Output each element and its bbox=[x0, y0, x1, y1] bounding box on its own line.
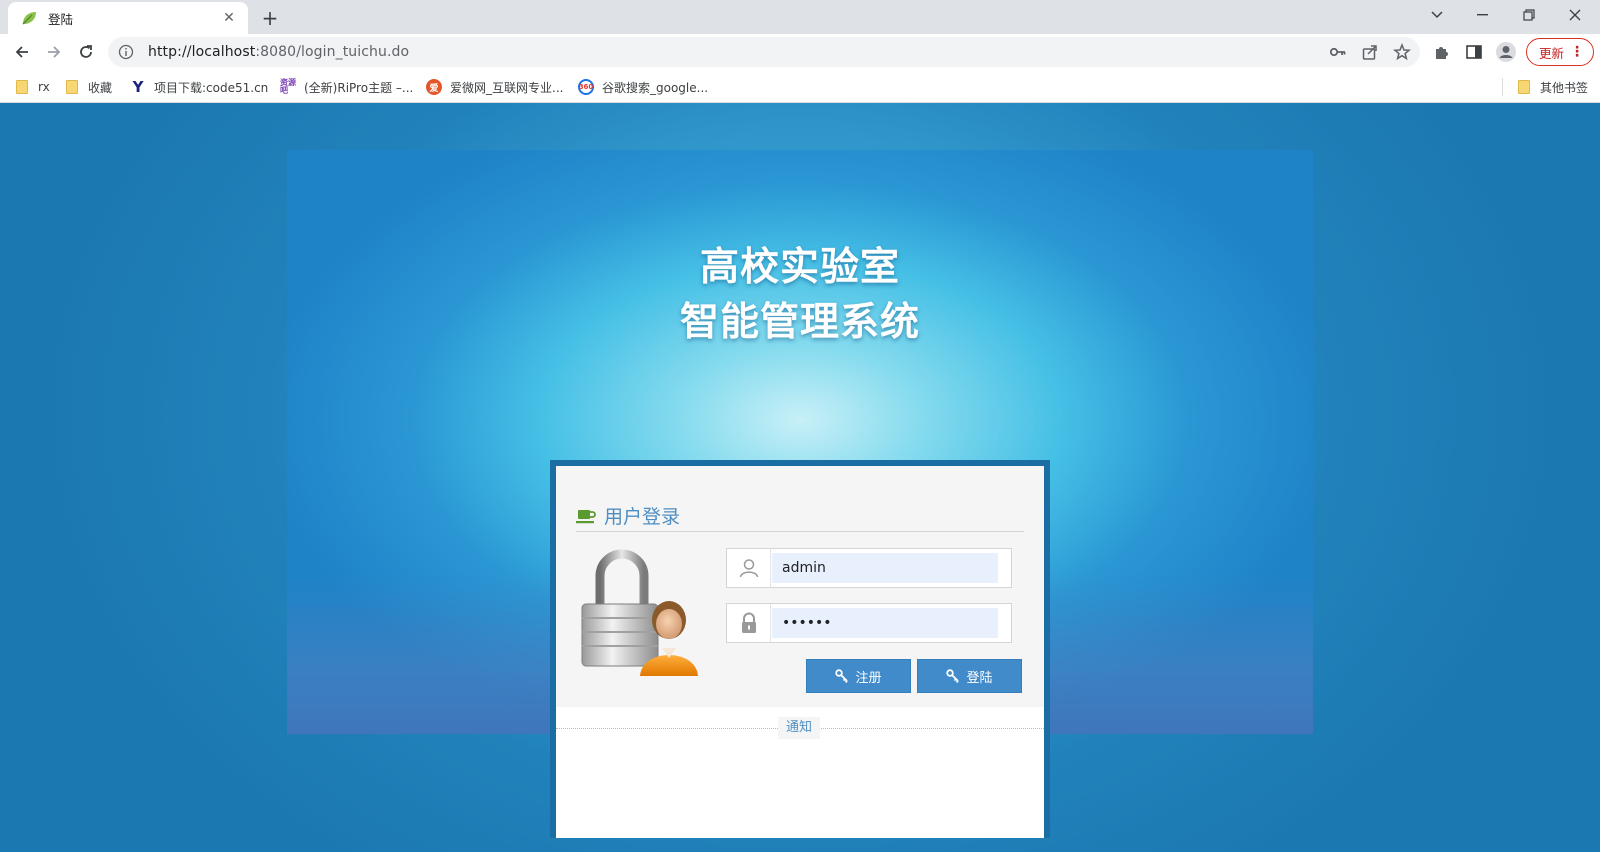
register-button[interactable]: 注册 bbox=[806, 659, 911, 693]
omnibox-actions bbox=[1326, 40, 1414, 64]
bookmark-rx[interactable]: rx bbox=[14, 76, 50, 98]
lock-icon bbox=[727, 604, 771, 642]
reload-icon bbox=[80, 45, 92, 58]
coffee-cup-icon bbox=[576, 509, 596, 523]
restore-button[interactable] bbox=[1506, 0, 1552, 30]
page-background: 高校实验室 智能管理系统 用户登录 admin •••••• 注册 登陆 通知 bbox=[0, 103, 1600, 852]
bookmark-label: 项目下载:code51.cn bbox=[154, 80, 269, 95]
system-title-line1: 高校实验室 bbox=[699, 245, 900, 290]
folder-icon bbox=[14, 79, 30, 95]
other-bookmarks-label: 其他书签 bbox=[1540, 80, 1589, 95]
register-label: 注册 bbox=[855, 670, 882, 686]
key-icon[interactable] bbox=[1326, 40, 1350, 64]
bookmark-label: 爱微网_互联网专业... bbox=[450, 80, 564, 95]
bookmarks-divider bbox=[1502, 78, 1503, 96]
bookmark-label: 谷歌搜索_google... bbox=[602, 80, 709, 95]
bookmark-aiwei[interactable]: 爱 爱微网_互联网专业... bbox=[426, 76, 563, 98]
new-tab-button[interactable]: + bbox=[258, 6, 282, 30]
other-bookmarks[interactable]: 其他书签 bbox=[1516, 76, 1588, 98]
url-path: :8080/login_tuichu.do bbox=[255, 44, 410, 60]
password-field bbox=[726, 603, 1012, 643]
login-button[interactable]: 登陆 bbox=[917, 659, 1022, 693]
login-form: 用户登录 admin •••••• 注册 登陆 bbox=[556, 466, 1044, 707]
tab-search-icon[interactable] bbox=[1414, 0, 1460, 30]
tab-strip: 登陆 ✕ + bbox=[0, 0, 1600, 34]
login-header: 用户登录 bbox=[576, 500, 1024, 532]
username-field bbox=[726, 548, 1012, 588]
padlock-user-icon bbox=[581, 549, 698, 676]
login-box-inner: 用户登录 admin •••••• 注册 登陆 通知 bbox=[556, 466, 1044, 838]
update-label: 更新 bbox=[1539, 45, 1565, 61]
bookmark-label: (全新)RiPro主题 –... bbox=[304, 80, 414, 95]
aiwei-icon: 爱 bbox=[426, 79, 442, 95]
forward-arrow-icon bbox=[48, 46, 61, 58]
login-label: 登陆 bbox=[966, 670, 993, 686]
update-button[interactable]: 更新 ⋮ bbox=[1526, 38, 1594, 66]
forward-button[interactable] bbox=[40, 38, 68, 66]
notice-label: 通知 bbox=[778, 717, 821, 739]
url-host: http://localhost bbox=[148, 44, 256, 60]
close-tab-icon[interactable]: ✕ bbox=[220, 9, 238, 27]
share-icon[interactable] bbox=[1358, 40, 1382, 64]
site-info-icon[interactable] bbox=[118, 44, 134, 60]
system-title-line2: 智能管理系统 bbox=[679, 300, 920, 345]
purple-site-icon: 资源吧 bbox=[280, 78, 296, 95]
password-input[interactable] bbox=[772, 608, 998, 638]
y-logo-icon: Y bbox=[132, 78, 144, 96]
folder-icon bbox=[64, 79, 80, 95]
profile-avatar-icon[interactable] bbox=[1494, 40, 1518, 64]
login-heading: 用户登录 bbox=[604, 506, 681, 528]
address-bar[interactable]: http://localhost:8080/login_tuichu.do bbox=[108, 37, 1420, 67]
menu-dots-icon: ⋮ bbox=[1570, 44, 1584, 60]
login-box: 用户登录 admin •••••• 注册 登陆 通知 bbox=[550, 460, 1050, 838]
browser-tab[interactable]: 登陆 ✕ bbox=[8, 2, 248, 34]
folder-icon bbox=[1516, 79, 1532, 95]
reload-button[interactable] bbox=[72, 38, 100, 66]
user-icon bbox=[727, 549, 771, 587]
leaf-favicon-icon bbox=[22, 12, 36, 25]
close-window-button[interactable] bbox=[1552, 0, 1598, 30]
back-arrow-icon bbox=[15, 46, 28, 58]
extensions-puzzle-icon[interactable] bbox=[1430, 40, 1454, 64]
bookmark-code51[interactable]: Y 项目下载:code51.cn bbox=[130, 76, 269, 98]
360-icon: 360 bbox=[578, 79, 594, 95]
bookmark-label: rx bbox=[38, 80, 50, 94]
bookmark-google-search[interactable]: 360 谷歌搜索_google... bbox=[578, 76, 708, 98]
bookmark-label: 收藏 bbox=[88, 80, 113, 95]
key-icon bbox=[946, 669, 960, 683]
browser-toolbar: http://localhost:8080/login_tuichu.do 更新… bbox=[0, 34, 1600, 70]
bookmark-ripro[interactable]: 资源吧 (全新)RiPro主题 –... bbox=[280, 76, 413, 98]
side-panel-icon[interactable] bbox=[1462, 40, 1486, 64]
bookmark-favorites[interactable]: 收藏 bbox=[64, 76, 112, 98]
key-icon bbox=[835, 669, 849, 683]
tab-title: 登陆 bbox=[48, 11, 74, 27]
bookmarks-bar: rx 收藏 Y 项目下载:code51.cn 资源吧 (全新)RiPro主题 –… bbox=[0, 70, 1600, 103]
username-input[interactable] bbox=[772, 553, 998, 583]
back-button[interactable] bbox=[8, 38, 36, 66]
minimize-button[interactable] bbox=[1460, 0, 1506, 30]
bookmark-star-icon[interactable] bbox=[1390, 40, 1414, 64]
url-text[interactable]: http://localhost:8080/login_tuichu.do bbox=[148, 44, 409, 60]
